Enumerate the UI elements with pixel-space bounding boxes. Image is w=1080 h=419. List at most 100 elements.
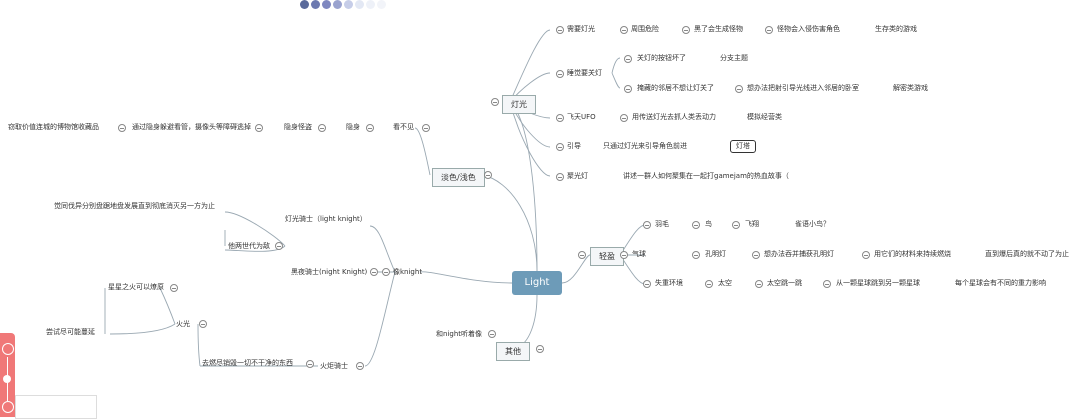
collapse-icon[interactable]	[765, 26, 773, 34]
node-space[interactable]: 太空	[718, 279, 732, 288]
node-stealth-thief[interactable]: 隐身怪盗	[284, 123, 312, 132]
node-guide[interactable]: 引导	[567, 142, 581, 151]
link-other	[514, 294, 538, 349]
collapse-icon[interactable]	[556, 114, 564, 122]
node-lighthouse[interactable]: 灯塔	[730, 140, 756, 153]
node-dark-spawn[interactable]: 黑了会生成怪物	[694, 25, 743, 34]
node-gamejam-story[interactable]: 讲述一群人如何聚集在一起打gamejam的热血故事（	[623, 172, 789, 181]
collapse-icon[interactable]	[643, 280, 651, 288]
collapse-icon[interactable]	[275, 242, 283, 250]
node-space-jump[interactable]: 太空跳一跳	[767, 279, 802, 288]
zoom-in-icon[interactable]	[2, 343, 14, 355]
node-gravity-diff[interactable]: 每个星球会有不同的重力影响	[955, 279, 1046, 288]
collapse-icon[interactable]	[488, 330, 496, 338]
node-balloon[interactable]: 气球	[632, 250, 646, 259]
node-fight-story[interactable]: 觉同伐异分别盘踞地盘发展直到彻底消灭另一方为止	[54, 202, 215, 211]
branch-dim[interactable]: 淡色/浅色	[432, 168, 485, 187]
node-find-way-guide[interactable]: 想办法把射引导光线进入邻居的卧室	[747, 84, 859, 93]
node-until-explode[interactable]: 直到爆后真的就不动了为止	[985, 250, 1069, 259]
node-try-spread[interactable]: 尝试尽可能蔓延	[46, 328, 95, 337]
collapse-icon[interactable]	[370, 268, 378, 276]
collapse-icon[interactable]	[556, 26, 564, 34]
branch-other[interactable]: 其他	[496, 342, 530, 361]
collapse-dim-icon[interactable]	[484, 171, 492, 179]
node-dad-no-light[interactable]: 掩藏的邻居不想让灯关了	[637, 84, 714, 93]
node-feather[interactable]: 羽毛	[655, 220, 669, 229]
node-bird[interactable]: 鸟	[705, 220, 712, 229]
node-night-sounds[interactable]: 和night听着像	[436, 330, 482, 339]
node-switch-broken[interactable]: 关灯的按钮坏了	[637, 54, 686, 63]
node-bird-q[interactable]: 雀语小鸟？	[795, 220, 830, 229]
node-use-material[interactable]: 用它们的材料来持续燃烧	[874, 250, 951, 259]
zoom-out-icon[interactable]	[2, 401, 14, 413]
collapse-icon[interactable]	[692, 221, 700, 229]
branch-light[interactable]: 灯光	[502, 95, 536, 114]
node-fly[interactable]: 飞翔	[745, 220, 759, 229]
node-branch-theme[interactable]: 分支主题	[720, 54, 748, 63]
node-spotlight[interactable]: 聚光灯	[567, 172, 588, 181]
collapse-icon[interactable]	[732, 221, 740, 229]
collapse-icon[interactable]	[682, 26, 690, 34]
collapse-icon[interactable]	[620, 114, 628, 122]
collapse-icon[interactable]	[624, 55, 632, 63]
branch-knight[interactable]: 像knight	[393, 268, 422, 277]
collapse-icon[interactable]	[199, 320, 207, 328]
node-burn-unclean[interactable]: 去燃尽销毁一切不干净的东西	[202, 359, 293, 368]
collapse-icon[interactable]	[755, 280, 763, 288]
collapse-icon[interactable]	[620, 251, 628, 259]
collapse-icon[interactable]	[118, 124, 126, 132]
collapse-icon[interactable]	[862, 251, 870, 259]
node-survival-game[interactable]: 生存类的游戏	[875, 25, 917, 34]
node-puzzle-game[interactable]: 解密类游戏	[893, 84, 928, 93]
collapse-icon[interactable]	[643, 221, 651, 229]
node-fire[interactable]: 火光	[176, 320, 190, 329]
node-night-knight[interactable]: 黑夜骑士(night Knight)	[291, 268, 367, 277]
collapse-icon[interactable]	[752, 251, 760, 259]
node-monster-hurt[interactable]: 怪物会入侵伤害角色	[777, 25, 840, 34]
collapse-icon[interactable]	[692, 251, 700, 259]
collapse-other-icon[interactable]	[536, 345, 544, 353]
zoom-slider[interactable]	[0, 333, 15, 417]
node-light-knight[interactable]: 灯光骑士（light knight）	[285, 215, 367, 224]
collapse-icon[interactable]	[366, 124, 374, 132]
node-sim-business[interactable]: 模拟经营类	[747, 113, 782, 122]
node-stealth[interactable]: 隐身	[346, 123, 360, 132]
collapse-icon[interactable]	[318, 124, 326, 132]
collapse-icon[interactable]	[624, 85, 632, 93]
node-surrounding-danger[interactable]: 周围危险	[631, 25, 659, 34]
collapse-icon[interactable]	[823, 280, 831, 288]
collapse-icon[interactable]	[306, 360, 314, 368]
central-topic-light[interactable]: Light	[512, 271, 562, 295]
node-catch-people[interactable]: 用传送灯光去抓人类丢动力	[632, 113, 716, 122]
collapse-icon[interactable]	[255, 124, 263, 132]
collapse-icon[interactable]	[620, 26, 628, 34]
node-steal-treasure[interactable]: 窃取价值连城的博物馆收藏品	[8, 123, 99, 132]
node-avoid-camera[interactable]: 通过隐身躲避看管，摄像头等障碍逃掉	[132, 123, 251, 132]
collapse-icon[interactable]	[422, 124, 430, 132]
collapse-knight-icon[interactable]	[382, 268, 390, 276]
node-weightless[interactable]: 失重环境	[655, 279, 683, 288]
node-planet-jump[interactable]: 从一颗星球跳到另一颗星球	[836, 279, 920, 288]
collapse-icon[interactable]	[556, 173, 564, 181]
node-need-light[interactable]: 需要灯光	[567, 25, 595, 34]
collapse-icon[interactable]	[705, 280, 713, 288]
zoom-handle[interactable]	[3, 375, 11, 383]
collapse-light-icon[interactable]	[491, 98, 499, 106]
collapse-icon[interactable]	[556, 70, 564, 78]
collapse-icon[interactable]	[170, 284, 178, 292]
branch-light-weight[interactable]: 轻盈	[590, 247, 624, 266]
collapse-icon[interactable]	[556, 143, 564, 151]
node-torch-knight[interactable]: 火炬骑士	[320, 362, 348, 371]
minimap-panel[interactable]	[15, 395, 97, 419]
node-sleep-light-off[interactable]: 睡觉要关灯	[567, 69, 602, 78]
node-find-rise[interactable]: 想办法吞并捕获孔明灯	[764, 250, 834, 259]
node-spark[interactable]: 星星之火可以燎原	[108, 283, 164, 292]
collapse-icon[interactable]	[356, 362, 364, 370]
node-only-light-guide[interactable]: 只通过灯光来引导角色前进	[603, 142, 687, 151]
node-generations[interactable]: 他两世代为敌	[228, 242, 270, 251]
node-ufo[interactable]: 飞天UFO	[567, 113, 596, 122]
collapse-lightweight-icon[interactable]	[578, 251, 586, 259]
node-invisible[interactable]: 看不见	[393, 123, 414, 132]
node-kongming[interactable]: 孔明灯	[705, 250, 726, 259]
collapse-icon[interactable]	[735, 85, 743, 93]
